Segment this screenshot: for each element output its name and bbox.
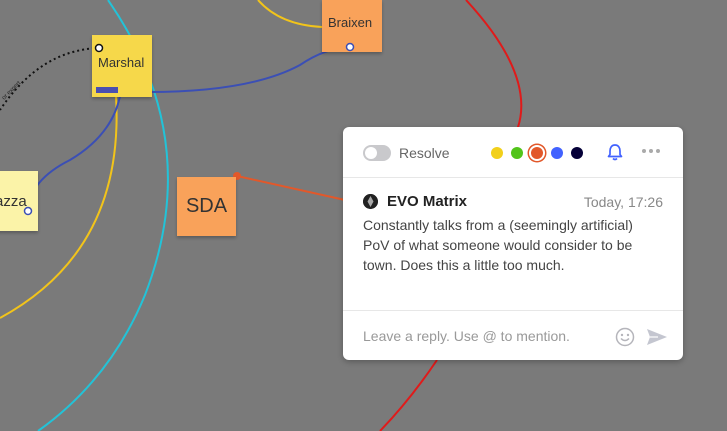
comment-header: Resolve bbox=[343, 127, 683, 178]
bell-icon[interactable] bbox=[605, 142, 625, 162]
color-dot-yellow[interactable] bbox=[491, 147, 503, 159]
send-icon[interactable] bbox=[646, 327, 668, 347]
reply-input[interactable] bbox=[363, 326, 611, 346]
orange-connector bbox=[236, 175, 346, 201]
more-horizontal-icon[interactable] bbox=[640, 141, 662, 161]
color-dot-orange[interactable] bbox=[531, 147, 543, 159]
sticky-note-marshal[interactable]: Marshal bbox=[92, 35, 152, 97]
red-curve-lower bbox=[379, 359, 438, 431]
dotted-connector bbox=[0, 47, 100, 111]
resolve-label: Resolve bbox=[399, 145, 450, 161]
yellow-curve-top bbox=[257, 0, 323, 28]
sticky-note-braixen[interactable]: Braixen bbox=[322, 0, 382, 52]
comment-body: Constantly talks from a (seemingly artif… bbox=[363, 217, 633, 273]
emoji-icon[interactable] bbox=[615, 327, 635, 347]
blue-connector-braixen bbox=[147, 46, 351, 93]
sticky-note-label: SDA bbox=[185, 195, 228, 217]
sticky-note-label: azza bbox=[0, 193, 27, 210]
comment-timestamp: Today, 17:26 bbox=[583, 194, 663, 210]
toggle-knob bbox=[365, 147, 377, 159]
color-dot-blue[interactable] bbox=[551, 147, 563, 159]
color-dot-green[interactable] bbox=[511, 147, 523, 159]
comment-card: Resolve EVO Matrix Today, 17:26 Constant… bbox=[343, 127, 683, 360]
tag-bar bbox=[96, 87, 118, 93]
red-curve bbox=[465, 0, 523, 136]
divider bbox=[343, 310, 683, 311]
comment-author[interactable]: EVO Matrix bbox=[387, 193, 467, 210]
sticky-note-sda[interactable]: SDA bbox=[177, 177, 236, 236]
sticky-note-label: Marshal bbox=[98, 55, 145, 70]
sticky-note-piazza[interactable]: azza bbox=[0, 171, 38, 231]
resolve-toggle[interactable] bbox=[363, 145, 391, 161]
color-dot-navy[interactable] bbox=[571, 147, 583, 159]
avatar bbox=[363, 194, 378, 209]
sticky-note-label: Braixen bbox=[328, 15, 373, 30]
